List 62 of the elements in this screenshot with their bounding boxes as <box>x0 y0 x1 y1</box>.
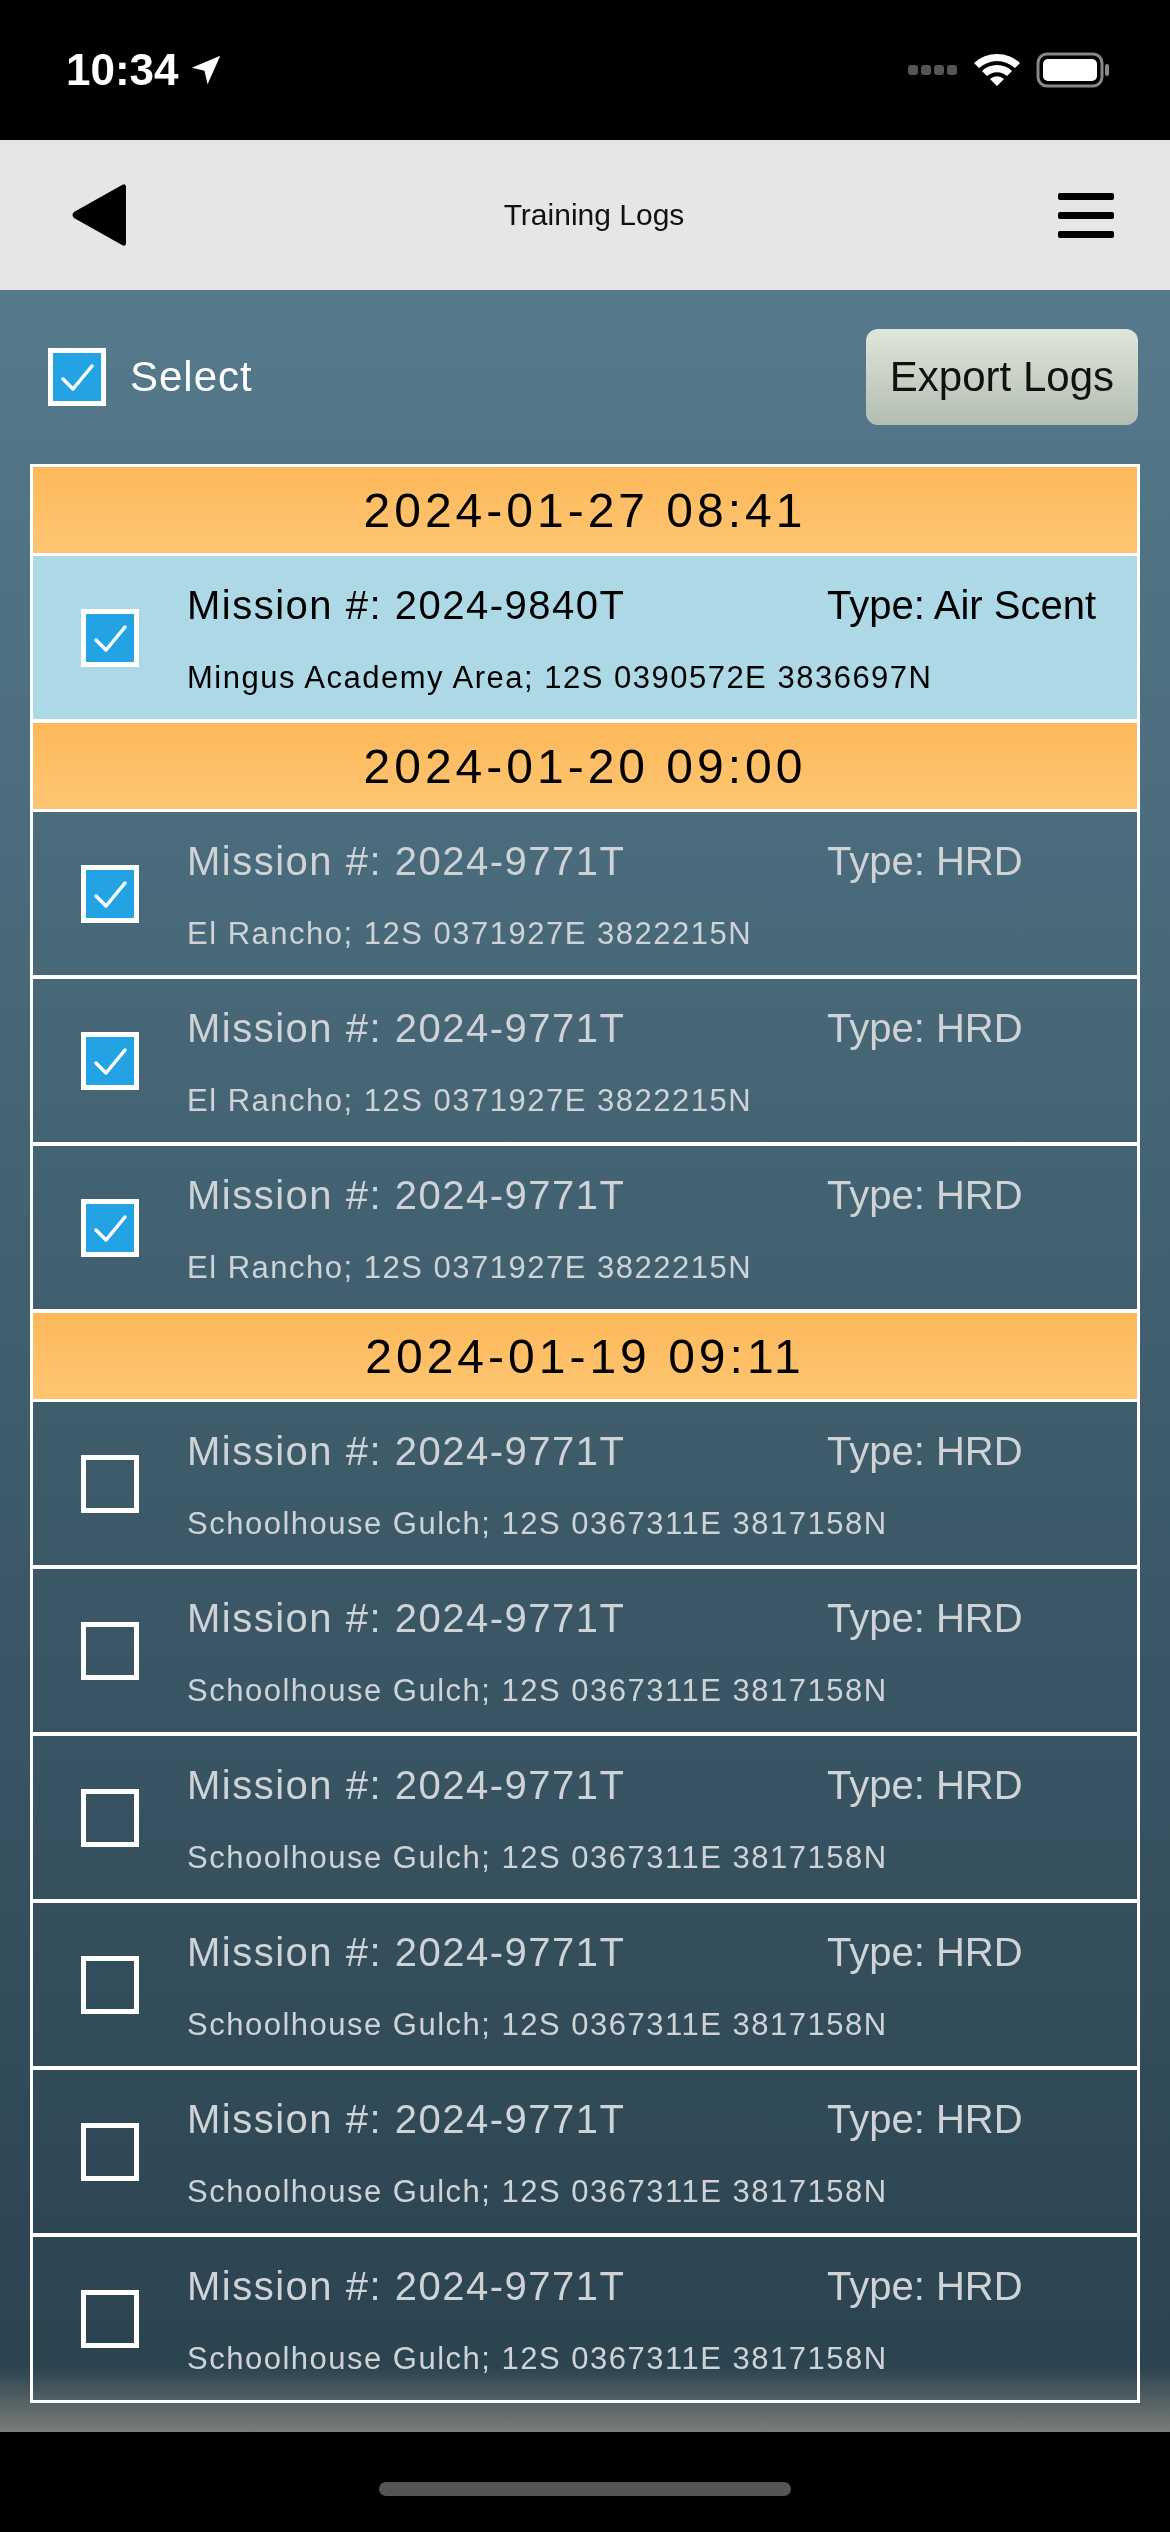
log-type: Type: HRD <box>827 2264 1024 2309</box>
date-header: 2024-01-19 09:11 <box>33 1313 1137 1402</box>
log-row[interactable]: Mission #: 2024-9771T Type: HRD Schoolhouse Gulch; 12S 0367311E 3817158N <box>33 2237 1137 2400</box>
battery-icon <box>1036 52 1110 88</box>
date-header: 2024-01-20 09:00 <box>33 723 1137 812</box>
log-location: Schoolhouse Gulch; 12S 0367311E 3817158N <box>187 1505 889 1542</box>
mission-number: Mission #: 2024-9771T <box>187 1006 627 1051</box>
checkbox[interactable] <box>81 1198 139 1257</box>
export-logs-button[interactable]: Export Logs <box>865 329 1138 425</box>
log-location: Schoolhouse Gulch; 12S 0367311E 3817158N <box>187 2006 889 2043</box>
log-type: Type: HRD <box>827 2097 1024 2142</box>
log-type: Type: HRD <box>827 1429 1024 1474</box>
log-row[interactable]: Mission #: 2024-9771T Type: HRD El Rancho; 12S 0371927E 3822215N <box>33 979 1137 1146</box>
log-row[interactable]: Mission #: 2024-9771T Type: HRD Schoolhouse Gulch; 12S 0367311E 3817158N <box>33 1569 1137 1736</box>
log-location: Schoolhouse Gulch; 12S 0367311E 3817158N <box>187 2340 889 2377</box>
checkbox[interactable] <box>81 2122 139 2181</box>
log-location: Mingus Academy Area; 12S 0390572E 3836697N <box>187 659 934 696</box>
select-label: Select <box>130 353 253 401</box>
log-row[interactable]: Mission #: 2024-9771T Type: HRD El Rancho; 12S 0371927E 3822215N <box>33 812 1137 979</box>
log-type: Type: HRD <box>827 1006 1024 1051</box>
menu-icon <box>1058 191 1114 239</box>
mission-number: Mission #: 2024-9771T <box>187 1930 627 1975</box>
mission-number: Mission #: 2024-9771T <box>187 1763 627 1808</box>
log-type: Type: HRD <box>827 1763 1024 1808</box>
checkbox[interactable] <box>48 348 106 406</box>
checkbox[interactable] <box>81 2289 139 2348</box>
checkbox[interactable] <box>81 1454 139 1513</box>
log-location: Schoolhouse Gulch; 12S 0367311E 3817158N <box>187 1839 889 1876</box>
checkbox[interactable] <box>81 864 139 923</box>
menu-button[interactable] <box>1058 191 1114 239</box>
mission-number: Mission #: 2024-9771T <box>187 1596 627 1641</box>
wifi-icon <box>972 51 1022 89</box>
log-type: Type: HRD <box>827 1596 1024 1641</box>
log-location: Schoolhouse Gulch; 12S 0367311E 3817158N <box>187 2173 889 2210</box>
checkbox[interactable] <box>81 1955 139 2014</box>
log-type: Type: HRD <box>827 1173 1024 1218</box>
mission-number: Mission #: 2024-9771T <box>187 1429 627 1474</box>
log-location: El Rancho; 12S 0371927E 3822215N <box>187 1249 754 1286</box>
log-location: El Rancho; 12S 0371927E 3822215N <box>187 915 754 952</box>
clock-time: 10:34 <box>66 45 179 95</box>
signal-icon <box>908 63 958 77</box>
mission-number: Mission #: 2024-9771T <box>187 2264 627 2309</box>
mission-number: Mission #: 2024-9771T <box>187 839 627 884</box>
mission-number: Mission #: 2024-9771T <box>187 1173 627 1218</box>
log-row[interactable]: Mission #: 2024-9771T Type: HRD Schoolhouse Gulch; 12S 0367311E 3817158N <box>33 1402 1137 1569</box>
mission-number: Mission #: 2024-9840T <box>187 583 627 628</box>
log-row[interactable]: Mission #: 2024-9771T Type: HRD Schoolhouse Gulch; 12S 0367311E 3817158N <box>33 1736 1137 1903</box>
checkbox[interactable] <box>81 1788 139 1847</box>
log-row[interactable]: Mission #: 2024-9840T Type: Air Scent Mingus Academy Area; 12S 0390572E 3836697N <box>33 556 1137 723</box>
log-row[interactable]: Mission #: 2024-9771T Type: HRD Schoolhouse Gulch; 12S 0367311E 3817158N <box>33 1903 1137 2070</box>
checkbox[interactable] <box>81 1031 139 1090</box>
log-type: Type: HRD <box>827 1930 1024 1975</box>
checkbox[interactable] <box>81 1621 139 1680</box>
screen-title: Training Logs <box>503 198 685 232</box>
date-header: 2024-01-27 08:41 <box>33 467 1137 556</box>
mission-number: Mission #: 2024-9771T <box>187 2097 627 2142</box>
log-row[interactable]: Mission #: 2024-9771T Type: HRD Schoolhouse Gulch; 12S 0367311E 3817158N <box>33 2070 1137 2237</box>
log-location: Schoolhouse Gulch; 12S 0367311E 3817158N <box>187 1672 889 1709</box>
log-type: Type: Air Scent <box>827 583 1098 628</box>
log-type: Type: HRD <box>827 839 1024 884</box>
checkbox[interactable] <box>81 608 139 667</box>
log-location: El Rancho; 12S 0371927E 3822215N <box>187 1082 754 1119</box>
